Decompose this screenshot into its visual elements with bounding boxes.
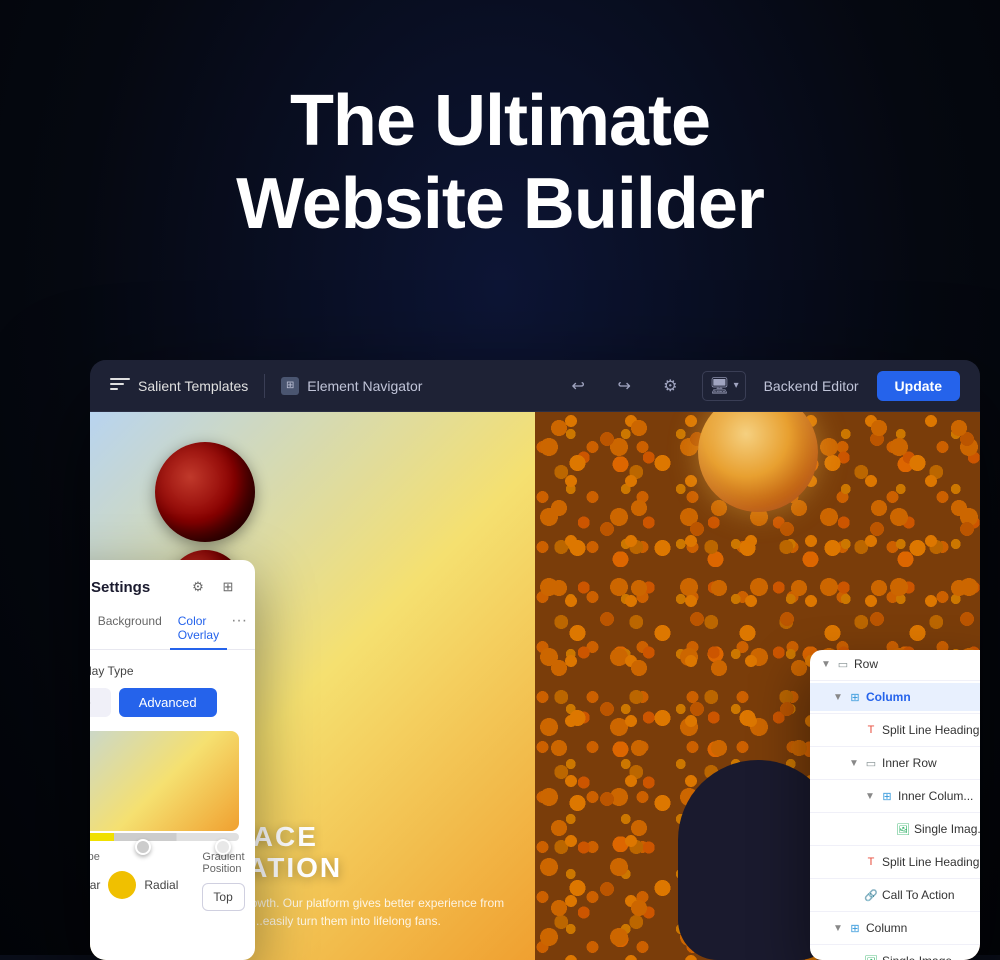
tree-item-label: Single Imag...	[914, 822, 980, 836]
tree-item[interactable]: ▼ ⊞ Column	[810, 914, 980, 942]
gradient-type-label: Gradient Type	[90, 851, 178, 863]
tree-item[interactable]: 🖼Single Image	[810, 947, 980, 960]
tree-caret-icon: ▼	[820, 659, 832, 670]
tree-item[interactable]: 🖼 Single Imag...	[810, 815, 980, 843]
tree-item[interactable]: 🔗 Call To Action	[810, 881, 980, 909]
tree-row-icon: ▭	[836, 657, 850, 671]
tree-item-label: Row	[854, 657, 980, 671]
browser-mockup: Salient Templates ⊞ Element Navigator ↩ …	[90, 360, 980, 960]
tree-divider	[810, 944, 980, 945]
monitor-icon: 🖥	[709, 376, 729, 396]
tab-background[interactable]: Background	[90, 608, 170, 650]
toolbar-separator-1	[264, 374, 265, 398]
swatch-row: Linear Radial	[90, 871, 178, 899]
panel-settings-icon[interactable]: ⚙	[187, 576, 209, 598]
column-settings-panel: Column Settings ⚙ ⊞ General Background C…	[90, 560, 255, 960]
radial-swatch[interactable]	[108, 871, 136, 899]
tree-divider	[810, 713, 980, 714]
advanced-button[interactable]: Advanced	[119, 688, 217, 717]
gradient-controls: Gradient Type Linear Radial Gradient Pos…	[90, 851, 239, 911]
gradient-stop-light[interactable]	[215, 839, 231, 855]
overlay-type-label: Color Overlay Type	[90, 664, 239, 678]
tree-t-icon: T	[864, 855, 878, 869]
radial-label: Radial	[144, 878, 178, 892]
tree-item[interactable]: ▼ ⊞ Column	[810, 683, 980, 711]
tree-container: ▼ ▭ Row ▼ ⊞ Column T Split Line Heading ▼ ▭ Inner …	[810, 650, 980, 960]
update-button[interactable]: Update	[877, 371, 960, 401]
tree-col-icon: ⊞	[848, 690, 862, 704]
tree-t-icon: T	[864, 723, 878, 737]
tree-caret-icon: ▼	[864, 791, 876, 802]
browser-content: DEEP SPACEEXPLORATION ...successful busi…	[90, 412, 980, 960]
tree-caret-icon: ▼	[832, 692, 844, 703]
brand-button[interactable]: Salient Templates	[110, 378, 248, 394]
tree-item-label: Inner Colum...	[898, 789, 980, 803]
panel-header: Column Settings ⚙ ⊞	[90, 560, 255, 598]
tab-color-overlay[interactable]: Color Overlay	[170, 608, 227, 650]
tree-caret-icon: ▼	[848, 758, 860, 769]
tree-item-label: Split Line Heading	[882, 855, 980, 869]
tree-col-icon: ⊞	[848, 921, 862, 935]
linear-label: Linear	[90, 878, 100, 892]
tree-divider	[810, 911, 980, 912]
position-select-wrap: Top Right Top Left Center Bottom Right	[202, 883, 244, 911]
layers-icon: ⊞	[281, 377, 299, 395]
panel-header-icons: ⚙ ⊞	[187, 576, 239, 598]
tree-item[interactable]: T Split Line Heading	[810, 848, 980, 876]
crown-icon	[110, 378, 130, 394]
backend-editor-button[interactable]: Backend Editor	[764, 378, 859, 394]
tree-divider	[810, 878, 980, 879]
tree-divider	[810, 812, 980, 813]
hero-section: The Ultimate Website Builder	[0, 80, 1000, 246]
tree-item-label: Column	[866, 921, 980, 935]
tree-item[interactable]: ▼ ▭ Row	[810, 650, 980, 678]
tree-item-label: Column	[866, 690, 980, 704]
undo-button[interactable]: ↩	[564, 372, 592, 400]
toolbar-actions: ↩ ↪ ⚙ 🖥 ▾ Backend Editor Update	[564, 371, 960, 401]
astronaut-helmet	[698, 412, 818, 512]
tree-col-icon: ⊞	[880, 789, 894, 803]
tree-item[interactable]: ▼ ⊞ Inner Colum...	[810, 782, 980, 810]
element-navigator-button[interactable]: ⊞ Element Navigator	[281, 377, 422, 395]
settings-button[interactable]: ⚙	[656, 372, 684, 400]
tree-item-label: Split Line Heading	[882, 723, 980, 737]
tree-divider	[810, 680, 980, 681]
redo-button[interactable]: ↪	[610, 372, 638, 400]
panel-title: Column Settings	[90, 579, 150, 596]
tree-item[interactable]: ▼ ▭ Inner Row	[810, 749, 980, 777]
overlay-type-buttons: Simple Advanced	[90, 688, 239, 717]
tab-more-button[interactable]: ···	[227, 608, 251, 649]
gradient-position-control: Gradient Position Top Right Top Left Cen…	[202, 851, 244, 911]
panel-body: Color Overlay Type Simple Advanced	[90, 650, 255, 925]
tree-item-label: Call To Action	[882, 888, 980, 902]
simple-button[interactable]: Simple	[90, 688, 111, 717]
tree-caret-icon: ▼	[832, 923, 844, 934]
browser-toolbar: Salient Templates ⊞ Element Navigator ↩ …	[90, 360, 980, 412]
element-tree-panel: ▼ ▭ Row ▼ ⊞ Column T Split Line Heading ▼ ▭ Inner …	[810, 650, 980, 960]
gradient-bar	[90, 833, 239, 841]
tree-divider	[810, 779, 980, 780]
panel-expand-icon[interactable]: ⊞	[217, 576, 239, 598]
gradient-type-control: Gradient Type Linear Radial	[90, 851, 178, 911]
gradient-stop-gray[interactable]	[135, 839, 151, 855]
chevron-down-icon: ▾	[734, 380, 739, 391]
tree-img-icon: 🖼	[896, 822, 910, 836]
tree-row-icon: ▭	[864, 756, 878, 770]
panel-tabs: General Background Color Overlay ···	[90, 598, 255, 650]
tree-divider	[810, 845, 980, 846]
tree-divider	[810, 746, 980, 747]
tree-item-label: Inner Row	[882, 756, 980, 770]
gradient-preview	[90, 731, 239, 831]
hero-title: The Ultimate Website Builder	[0, 80, 1000, 246]
view-mode-button[interactable]: 🖥 ▾	[702, 371, 745, 401]
tree-link-icon: 🔗	[864, 888, 878, 902]
position-select[interactable]: Top Right Top Left Center Bottom Right	[202, 883, 244, 911]
moon-large	[155, 442, 255, 542]
tree-item[interactable]: T Split Line Heading	[810, 716, 980, 744]
